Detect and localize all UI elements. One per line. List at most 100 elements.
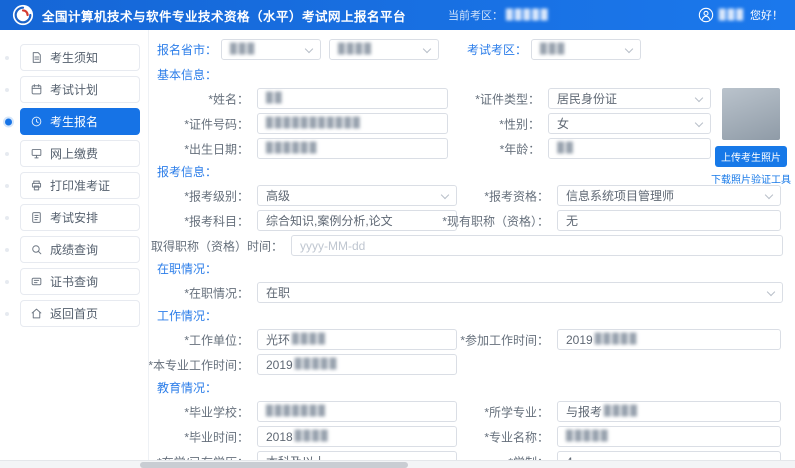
birth-date-label: *出生日期： [184,142,249,156]
sidebar-item-notice[interactable]: 考生须知 [20,44,140,71]
sidebar: 考生须知 考试计划 考生报名 网上缴费 打印准考证 考试安排 成绩查询 证书查询… [0,30,148,460]
sidebar-item-label: 打印准考证 [50,179,111,193]
sidebar-wrap-print-ticket: 打印准考证 [5,172,140,199]
graduation-date-input[interactable]: 2018 ▉▉▉▉ [257,426,457,447]
sidebar-item-register[interactable]: 考生报名 [20,108,140,135]
employer-input[interactable]: 光环 ▉▉▉▉ [257,329,457,350]
graduation-date-label: *毕业时间： [184,430,249,444]
current-title-input[interactable]: 无 [557,210,781,231]
sidebar-item-schedule[interactable]: 考试安排 [20,204,140,231]
id-number-input[interactable]: ▉▉▉▉▉▉▉▉▉▉▉ [257,113,448,134]
province-select[interactable]: ▉▉▉ [221,38,322,60]
region-selector-row: 报名省市： ▉▉▉ ▉▉▉▉ 考试考区： ▉▉▉ [157,38,787,60]
sidebar-item-payment[interactable]: 网上缴费 [20,140,140,167]
upload-photo-button[interactable]: 上传考生照片 [715,146,787,167]
subjects-input[interactable]: 综合知识,案例分析,论文 [257,210,457,231]
qualification-select[interactable]: 信息系统项目管理师 [557,185,781,206]
current-region-value: ▉▉▉▉▉ [506,9,550,21]
chevron-down-icon [440,190,450,200]
form-row: *毕业时间： 2018 ▉▉▉▉ *专业名称： ▉▉▉▉▉ [157,426,787,447]
horizontal-scrollbar [0,460,795,468]
document-icon [32,52,41,63]
work-start-label: *参加工作时间： [460,333,549,347]
rail-dot [5,311,9,316]
exam-level-select[interactable]: 高级 [257,185,457,206]
district-select[interactable]: ▉▉▉ [531,38,642,60]
sidebar-item-score-query[interactable]: 成绩查询 [20,236,140,263]
age-input[interactable]: ▉▉ [548,138,711,159]
section-education: *毕业学校： ▉▉▉▉▉▉▉ *所学专业： 与报考 ▉▉▉▉ *毕业时间： 201… [157,401,787,460]
form-row: *本专业工作时间： 2019 ▉▉▉▉▉ [148,354,787,375]
qualification-label: *报考资格： [484,189,549,203]
calendar-icon [31,84,42,95]
form-row: *出生日期： ▉▉▉▉▉▉ *年龄： ▉▉ [157,138,711,159]
study-length-label: *学制： [457,451,557,460]
current-title-label: *现有职称（资格）： [442,214,549,228]
app-logo-icon [12,4,34,26]
sidebar-item-exam-plan[interactable]: 考试计划 [20,76,140,103]
photo-column: 上传考生照片 下载照片验证工具 [711,88,791,186]
main-content: 报名省市： ▉▉▉ ▉▉▉▉ 考试考区： ▉▉▉ 基本信息： *姓名： ▉▉ *… [148,30,795,460]
title-date-input[interactable]: yyyy-MM-dd [291,235,783,256]
chevron-down-icon [764,190,774,200]
major-studied-input[interactable]: 与报考 ▉▉▉▉ [557,401,781,422]
download-photo-tool-link[interactable]: 下载照片验证工具 [711,171,791,186]
section-basic: *姓名： ▉▉ *证件类型： 居民身份证 *证件号码： ▉▉▉▉▉▉▉▉▉▉▉ … [157,88,791,186]
list-document-icon [32,212,41,223]
section-title-basic: 基本信息： [157,68,218,82]
form-row: *姓名： ▉▉ *证件类型： 居民身份证 [157,88,711,109]
sidebar-item-certificate-query[interactable]: 证书查询 [20,268,140,295]
district-label: 考试考区： [467,42,528,57]
sidebar-item-label: 考生报名 [50,115,99,129]
candidate-photo [722,88,780,140]
name-input[interactable]: ▉▉ [257,88,448,109]
horizontal-scrollbar-thumb[interactable] [140,462,408,468]
sidebar-item-label: 考试安排 [50,211,99,225]
user-menu[interactable]: ▉▉▉ 您好！ [698,7,783,23]
employment-status-select[interactable]: 在职 [257,282,783,303]
school-label: *毕业学校： [184,405,249,419]
sidebar-item-label: 证书查询 [50,275,99,289]
search-icon [32,245,42,255]
app-header: 全国计算机技术与软件专业技术资格（水平）考试网上报名平台 当前考区： ▉▉▉▉▉… [0,0,795,30]
gender-select[interactable]: 女 [547,113,711,134]
city-select[interactable]: ▉▉▉▉ [329,38,440,60]
rail-dot [5,55,9,60]
user-avatar-icon [698,7,714,23]
certificate-icon [31,277,42,286]
clock-icon [31,116,42,127]
school-input[interactable]: ▉▉▉▉▉▉▉ [257,401,457,422]
section-work: *工作单位： 光环 ▉▉▉▉ *参加工作时间： 2019 ▉▉▉▉▉ *本专业工作时… [148,329,787,375]
province-label: 报名省市： [157,42,218,57]
sidebar-wrap-home: 返回首页 [5,300,140,327]
rail-dot [5,151,9,156]
rail-dot [5,247,9,252]
sidebar-wrap-schedule: 考试安排 [5,204,140,231]
section-title-registration: 报考信息： [157,165,218,179]
current-region-label: 当前考区： [448,10,504,22]
sidebar-item-print-ticket[interactable]: 打印准考证 [20,172,140,199]
birth-date-input[interactable]: ▉▉▉▉▉▉ [257,138,449,159]
education-level-select[interactable]: 本科及以上 [257,451,457,460]
sidebar-wrap-plan: 考试计划 [5,76,140,103]
study-length-input[interactable]: 4 [557,451,781,460]
professional-work-time-input[interactable]: 2019 ▉▉▉▉▉ [257,354,457,375]
sidebar-wrap-notice: 考生须知 [5,44,140,71]
id-type-select[interactable]: 居民身份证 [547,88,711,109]
current-region: 当前考区： ▉▉▉▉▉ [448,7,549,23]
section-title-work: 工作情况： [157,309,218,323]
form-row: 取得职称（资格）时间： yyyy-MM-dd [151,235,787,256]
major-name-input[interactable]: ▉▉▉▉▉ [557,426,781,447]
rail-dot [5,183,9,188]
gender-label: *性别： [499,117,540,131]
name-label: *姓名： [208,92,249,106]
work-start-input[interactable]: 2019 ▉▉▉▉▉ [557,329,781,350]
id-type-label: *证件类型： [475,92,540,106]
chevron-down-icon [304,44,314,53]
professional-work-time-label: *本专业工作时间： [148,358,249,372]
page-title: 全国计算机技术与软件专业技术资格（水平）考试网上报名平台 [42,9,407,24]
sidebar-item-label: 网上缴费 [50,147,99,161]
sidebar-wrap-register: 考生报名 [5,108,140,135]
sidebar-item-home[interactable]: 返回首页 [20,300,140,327]
chevron-down-icon [694,118,704,128]
